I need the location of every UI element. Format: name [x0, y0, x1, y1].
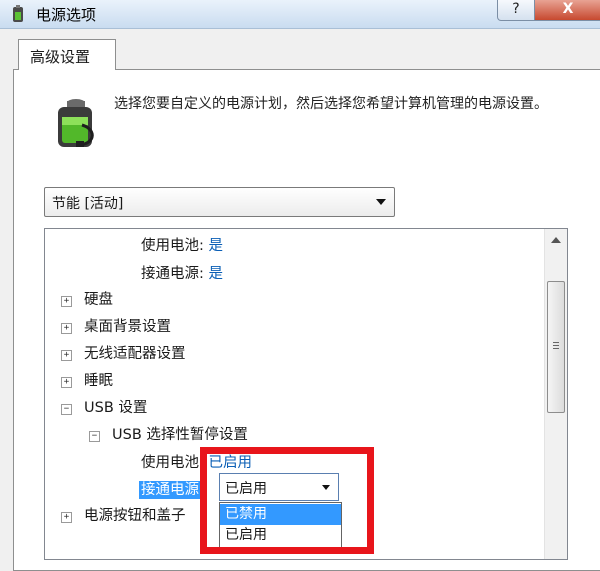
power-plan-select[interactable]: 节能 [活动]	[44, 187, 395, 217]
tree-item-wireless-adapter[interactable]: + 无线适配器设置	[61, 342, 186, 363]
tree-item-usb-selective-suspend[interactable]: − USB 选择性暂停设置	[89, 423, 248, 444]
option-enabled[interactable]: 已启用	[220, 525, 341, 546]
grip-icon	[553, 342, 559, 343]
tab-advanced-settings[interactable]: 高级设置	[18, 39, 116, 70]
expand-icon[interactable]: +	[61, 512, 72, 523]
tree-row-label: 接通电源:	[141, 266, 204, 282]
tree-item-label: USB 设置	[84, 400, 148, 416]
tree-item-power-buttons-lid[interactable]: + 电源按钮和盖子	[61, 504, 186, 525]
tree-row-label: 使用电池:	[141, 238, 204, 254]
collapse-icon[interactable]: −	[89, 431, 100, 442]
tree-item-hard-disk[interactable]: + 硬盘	[61, 288, 113, 309]
tree-row-label: 使用电池:	[141, 455, 204, 471]
tree-item-label: 无线适配器设置	[84, 346, 186, 362]
tree-row-usb-battery: 使用电池: 已启用	[141, 451, 252, 472]
tree-item-label: 硬盘	[84, 292, 113, 308]
scrollbar-thumb[interactable]	[547, 281, 565, 413]
tree-item-desktop-background[interactable]: + 桌面背景设置	[61, 315, 171, 336]
tree-item-label: USB 选择性暂停设置	[112, 427, 248, 443]
chevron-down-icon	[376, 199, 386, 205]
setting-value-link[interactable]: 是	[209, 266, 224, 282]
tree-row-usb-plugged-in: 接通电源:	[139, 478, 206, 499]
tree-item-label: 睡眠	[84, 373, 113, 389]
tree-item-sleep[interactable]: + 睡眠	[61, 369, 113, 390]
setting-value-link[interactable]: 已启用	[209, 455, 253, 471]
power-options-icon	[13, 5, 23, 22]
collapse-icon[interactable]: −	[61, 404, 72, 415]
description-text: 选择您要自定义的电源计划，然后选择您希望计算机管理的电源设置。	[114, 96, 548, 112]
battery-icon	[58, 99, 94, 147]
tree-row-plugged-in: 接通电源: 是	[141, 262, 223, 283]
power-plan-value: 节能 [活动]	[52, 196, 124, 212]
usb-plugged-in-value: 已启用	[225, 481, 267, 497]
usb-plugged-in-select[interactable]: 已启用	[219, 473, 339, 501]
scroll-up-arrow-icon[interactable]	[545, 229, 567, 251]
close-button[interactable]: X	[534, 0, 600, 21]
expand-icon[interactable]: +	[61, 350, 72, 361]
window-title: 电源选项	[36, 6, 97, 24]
tree-item-label: 电源按钮和盖子	[84, 508, 186, 524]
tree-item-usb-settings[interactable]: − USB 设置	[61, 396, 147, 417]
expand-icon[interactable]: +	[61, 323, 72, 334]
setting-value-link[interactable]: 是	[209, 238, 224, 254]
tree-item-label: 桌面背景设置	[84, 319, 171, 335]
tree-row-battery: 使用电池: 是	[141, 234, 223, 255]
title-bar: 电源选项 ? X	[0, 0, 600, 29]
dropdown-options-list: 已禁用 已启用	[219, 502, 342, 548]
option-disabled[interactable]: 已禁用	[220, 504, 341, 525]
vertical-scrollbar[interactable]	[544, 229, 567, 559]
chevron-down-icon	[322, 485, 330, 490]
expand-icon[interactable]: +	[61, 296, 72, 307]
help-button[interactable]: ?	[497, 0, 535, 21]
tree-row-label-selected: 接通电源:	[139, 481, 206, 499]
expand-icon[interactable]: +	[61, 377, 72, 388]
tab-label: 高级设置	[30, 48, 91, 66]
